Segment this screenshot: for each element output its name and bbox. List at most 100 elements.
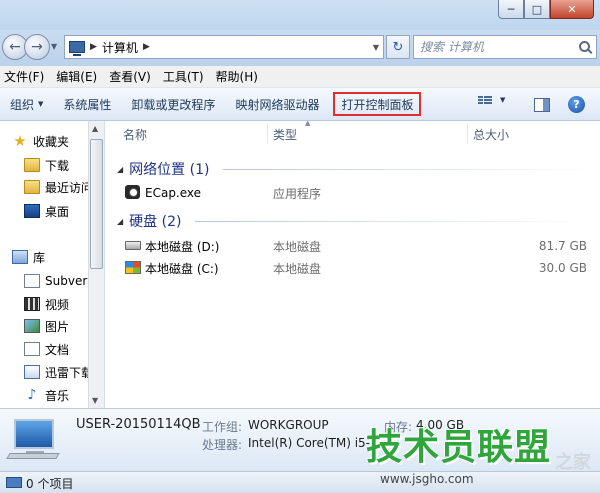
window-controls: ─ □ ✕ [498,0,594,19]
close-button[interactable]: ✕ [550,0,594,19]
watermark-url: www.jsgho.com [380,472,474,486]
item-size: 30.0 GB [538,261,587,275]
scroll-down-icon[interactable]: ▼ [92,396,98,405]
status-text: 0 个项目 [26,477,74,491]
sidebar-item-label: 桌面 [45,204,70,219]
column-divider[interactable] [267,123,268,143]
menu-help[interactable]: 帮助(H) [212,68,266,85]
breadcrumb-separator-icon[interactable]: ▶ [143,42,150,52]
column-type[interactable]: 类型 [273,126,297,143]
sidebar-item-xunlei[interactable]: 迅雷下载 [24,362,93,382]
star-icon: ★ [13,132,27,150]
sidebar-item-label: 库 [33,250,46,265]
xunlei-download-icon [24,365,40,379]
title-bar: ─ □ ✕ [0,0,600,30]
sidebar-item-label: 文档 [45,342,70,357]
file-list: 名称 类型 ▲ 总大小 ◢ 网络位置 (1) ECap.exe 应用程序 ◢ 硬… [105,119,600,408]
sidebar-item-label: 下载 [45,158,70,173]
column-name[interactable]: 名称 [123,126,147,143]
search-box[interactable] [413,35,597,59]
column-total-size[interactable]: 总大小 [473,126,509,143]
item-type: 本地磁盘 [273,261,322,276]
scroll-thumb[interactable] [90,139,103,269]
menu-tools[interactable]: 工具(T) [159,68,212,85]
group-divider [195,221,593,222]
organize-button[interactable]: 组织 ▼ [0,92,53,116]
menu-view[interactable]: 查看(V) [105,68,159,85]
subversion-library-icon [24,274,40,288]
arrow-right-icon: → [31,39,43,55]
search-icon[interactable] [579,41,590,52]
chevron-down-icon: ▼ [500,96,506,104]
search-input[interactable] [420,40,570,54]
sidebar-item-videos[interactable]: 视频 [24,294,69,314]
preview-pane-icon[interactable] [534,98,550,112]
watermark-logo: 技术员联盟 [366,427,552,468]
breadcrumb-separator-icon[interactable]: ▶ [90,42,97,52]
computer-monitor-icon [14,419,54,457]
change-view-button[interactable]: ▼ [478,96,505,104]
column-header: 名称 类型 ▲ 总大小 [105,119,600,145]
item-name: 本地磁盘 (C:) [145,261,219,276]
map-network-drive-button[interactable]: 映射网络驱动器 [225,92,329,116]
sidebar-item-recent[interactable]: 最近访问 [24,177,93,197]
close-icon: ✕ [567,2,577,16]
sidebar-item-label: 视频 [45,297,70,312]
group-hard-disks[interactable]: ◢ 硬盘 (2) [117,211,181,231]
sidebar-item-libraries[interactable]: 库 [12,247,45,267]
navigation-scrollbar[interactable]: ▲ ▼ [88,121,104,408]
item-name: 本地磁盘 (D:) [145,239,220,254]
address-bar[interactable]: ▶ 计算机 ▶ ▼ [64,35,384,59]
recent-places-icon [24,180,40,194]
refresh-button[interactable]: ↻ [386,35,410,59]
address-dropdown-icon[interactable]: ▼ [373,43,379,52]
sort-up-icon: ▲ [305,119,311,127]
picture-icon [24,319,40,333]
list-item[interactable]: 本地磁盘 (D:) 本地磁盘 81.7 GB [125,236,595,256]
group-title: 网络位置 (1) [129,162,210,178]
sidebar-item-desktop[interactable]: 桌面 [24,201,69,221]
minimize-icon: ─ [507,2,515,16]
sidebar-item-label: 最近访问 [45,180,94,195]
collapse-triangle-icon[interactable]: ◢ [117,165,123,174]
sidebar-item-music[interactable]: ♪ 音乐 [24,385,69,405]
sidebar-item-downloads[interactable]: 下载 [24,155,69,175]
breadcrumb-computer[interactable]: 计算机 [102,39,138,56]
list-item[interactable]: 本地磁盘 (C:) 本地磁盘 30.0 GB [125,258,595,278]
sidebar-item-favorites[interactable]: ★ 收藏夹 [12,131,69,151]
sidebar-item-label: 迅雷下载 [45,365,94,380]
menu-file[interactable]: 文件(F) [0,68,52,85]
help-icon[interactable]: ? [568,96,585,113]
maximize-button[interactable]: □ [524,0,550,19]
sidebar-item-pictures[interactable]: 图片 [24,316,69,336]
computer-icon [69,41,85,56]
refresh-icon: ↻ [392,39,404,55]
collapse-triangle-icon[interactable]: ◢ [117,217,123,226]
open-control-panel-button[interactable]: 打开控制面板 [333,92,422,116]
desktop-icon [24,204,40,218]
computer-name: USER-20150114QB [76,417,201,432]
minimize-button[interactable]: ─ [498,0,524,19]
menu-edit[interactable]: 编辑(E) [52,68,105,85]
column-divider[interactable] [467,123,468,143]
watermark-side-text: 之家 [555,452,591,473]
maximize-icon: □ [531,2,543,16]
group-divider [223,169,593,170]
uninstall-program-button[interactable]: 卸载或更改程序 [121,92,225,116]
item-type: 本地磁盘 [273,239,322,254]
status-bar: 0 个项目 [0,471,600,493]
forward-button[interactable]: → [24,34,50,60]
keyboard-icon [6,453,60,459]
recent-pages-dropdown-icon[interactable]: ▼ [51,42,57,51]
windows-drive-icon [125,261,141,274]
hard-drive-icon [125,241,141,250]
sidebar-item-documents[interactable]: 文档 [24,339,69,359]
system-properties-button[interactable]: 系统属性 [53,92,121,116]
group-network-locations[interactable]: ◢ 网络位置 (1) [117,159,209,179]
scroll-up-icon[interactable]: ▲ [92,124,98,133]
sidebar-item-subversion[interactable]: Subvers [24,271,94,291]
music-note-icon: ♪ [27,387,37,403]
list-item[interactable]: ECap.exe 应用程序 [125,183,595,203]
menu-bar: 文件(F) 编辑(E) 查看(V) 工具(T) 帮助(H) [0,66,600,88]
processor-value: Intel(R) Core(TM) i5-3 [248,436,378,450]
